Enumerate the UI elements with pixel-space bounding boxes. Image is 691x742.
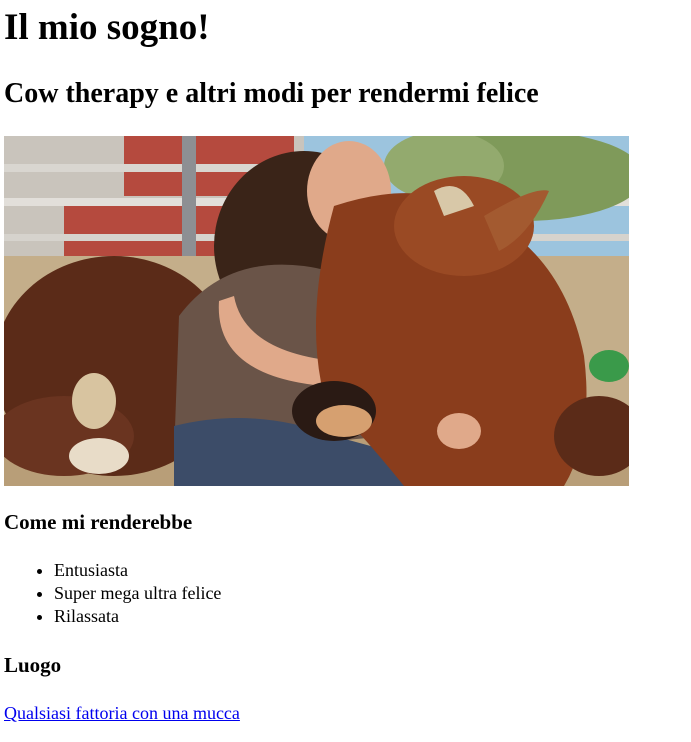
list-item: Rilassata [54, 605, 221, 628]
page-subtitle: Cow therapy e altri modi per rendermi fe… [4, 78, 539, 109]
list-item: Entusiasta [54, 559, 221, 582]
feelings-list: Entusiasta Super mega ultra felice Rilas… [4, 559, 221, 628]
list-item: Super mega ultra felice [54, 582, 221, 605]
place-heading: Luogo [4, 653, 62, 677]
page-title: Il mio sogno! [4, 7, 210, 48]
feelings-heading: Come mi renderebbe [4, 510, 193, 534]
farm-link[interactable]: Qualsiasi fattoria con una mucca [4, 702, 240, 725]
cow-therapy-photo [4, 136, 629, 486]
page: Il mio sogno! Cow therapy e altri modi p… [0, 0, 691, 742]
